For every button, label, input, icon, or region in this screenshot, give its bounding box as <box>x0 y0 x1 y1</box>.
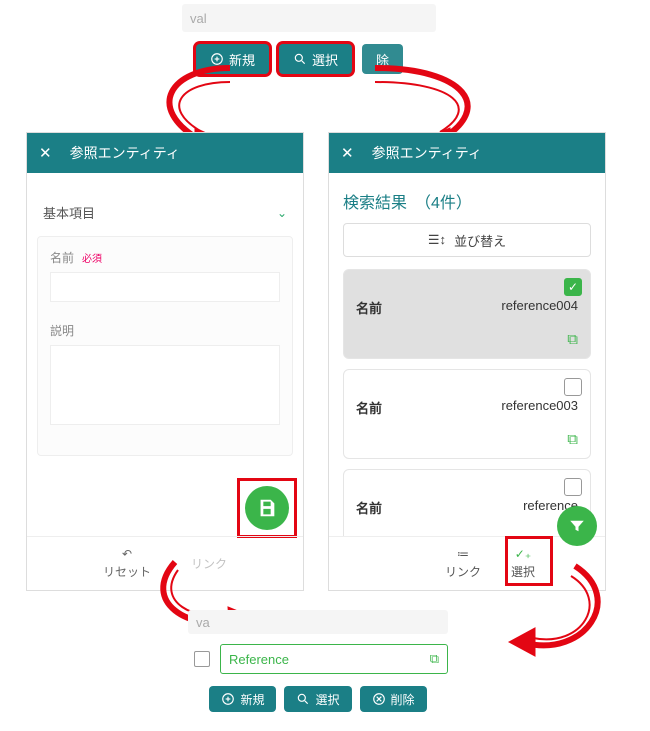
delete-button[interactable]: 削除 <box>360 686 427 712</box>
open-external-icon[interactable]: ⧉ <box>430 651 439 667</box>
new-button[interactable]: 新規 <box>209 686 276 712</box>
search-results-panel: ✕ 参照エンティティ 検索結果 （4件） ☰↕ 並び替え ✓ 名前 refere… <box>328 132 606 591</box>
sort-button[interactable]: ☰↕ 並び替え <box>343 223 591 257</box>
link-label: リンク <box>445 563 481 580</box>
input-placeholder: val <box>190 11 207 26</box>
select-label: 選択 <box>315 691 339 708</box>
open-external-icon[interactable]: ⧉ <box>356 331 578 348</box>
result-card[interactable]: ✓ 名前 reference004 ⧉ <box>343 269 591 359</box>
checkbox-icon[interactable] <box>564 378 582 396</box>
desc-input[interactable] <box>50 345 280 425</box>
save-icon <box>256 497 278 519</box>
panel-title: 参照エンティティ <box>372 143 482 163</box>
new-label: 新規 <box>240 691 264 708</box>
sort-icon: ☰↕ <box>428 232 446 248</box>
select-button[interactable]: 選択 <box>284 686 351 712</box>
checkbox-icon[interactable]: ✓ <box>564 278 582 296</box>
section-accordion[interactable]: 基本項目 ⌄ <box>37 199 293 226</box>
search-title-suffix: 件） <box>440 195 472 212</box>
top-value-input[interactable]: val <box>182 4 436 32</box>
result-name-label: 名前 <box>356 398 382 417</box>
save-fab[interactable] <box>245 486 289 530</box>
chevron-down-icon: ⌄ <box>277 206 287 220</box>
name-label-row: 名前 必須 <box>50 249 280 266</box>
search-icon <box>293 52 307 66</box>
name-input[interactable] <box>50 272 280 302</box>
reference-field[interactable]: Reference ⧉ <box>220 644 448 674</box>
input-placeholder: va <box>196 615 210 630</box>
name-label: 名前 <box>50 249 74 266</box>
delete-label: 削除 <box>391 691 415 708</box>
result-card[interactable]: 名前 reference <box>343 469 591 542</box>
list-icon: ≔ <box>457 547 469 561</box>
new-entity-panel: ✕ 参照エンティティ 基本項目 ⌄ 名前 必須 説明 ↶ リセット リンク <box>26 132 304 591</box>
result-form-area: va Reference ⧉ 新規 選択 削除 <box>188 610 448 712</box>
reference-text: Reference <box>229 652 289 667</box>
result-name-label: 名前 <box>356 498 382 517</box>
result-card[interactable]: 名前 reference003 ⧉ <box>343 369 591 459</box>
panel-header: ✕ 参照エンティティ <box>27 133 303 173</box>
undo-icon: ↶ <box>122 547 132 561</box>
result-name-label: 名前 <box>356 298 382 317</box>
open-external-icon[interactable]: ⧉ <box>356 431 578 448</box>
bottom-value-input[interactable]: va <box>188 610 448 634</box>
search-title-prefix: 検索結果 （ <box>343 195 431 212</box>
reset-label: リセット <box>103 563 151 580</box>
link-button[interactable]: ≔ リンク <box>445 547 481 580</box>
reference-checkbox[interactable] <box>194 651 210 667</box>
required-badge: 必須 <box>82 250 102 265</box>
result-value: reference003 <box>501 398 578 417</box>
checkbox-icon[interactable] <box>564 478 582 496</box>
desc-label-row: 説明 <box>50 322 280 339</box>
search-count: 4 <box>431 195 440 212</box>
reset-button[interactable]: ↶ リセット <box>103 547 151 580</box>
bottom-button-row: 新規 選択 削除 <box>188 686 448 712</box>
panel-header: ✕ 参照エンティティ <box>329 133 605 173</box>
x-circle-icon <box>372 692 386 706</box>
close-icon[interactable]: ✕ <box>341 144 354 162</box>
section-label: 基本項目 <box>43 203 95 222</box>
select-button[interactable]: 選択 <box>279 44 352 74</box>
form-card: 名前 必須 説明 <box>37 236 293 456</box>
plus-circle-icon <box>221 692 235 706</box>
sort-label: 並び替え <box>454 231 506 250</box>
result-value: reference004 <box>501 298 578 317</box>
select-button-label: 選択 <box>312 50 338 69</box>
close-icon[interactable]: ✕ <box>39 144 52 162</box>
panel-title: 参照エンティティ <box>70 143 180 163</box>
filter-icon <box>568 517 586 535</box>
search-icon <box>296 692 310 706</box>
filter-fab[interactable] <box>557 506 597 546</box>
search-title: 検索結果 （4件） <box>329 173 605 223</box>
desc-label: 説明 <box>50 322 74 339</box>
reference-row: Reference ⧉ <box>188 644 448 674</box>
